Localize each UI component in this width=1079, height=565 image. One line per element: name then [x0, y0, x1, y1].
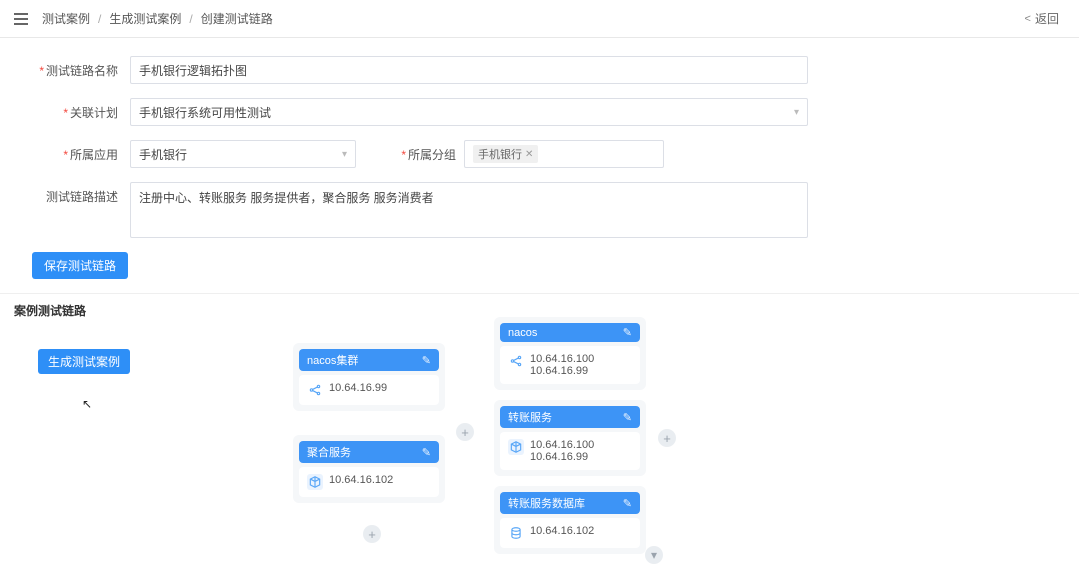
node-transfer-service[interactable]: 转账服务 ✎ 10.64.16.10010.64.16.99: [494, 400, 646, 476]
node-column-2: nacos ✎ 10.64.16.10010.64.16.99 转账服务 ✎ 10.…: [494, 325, 646, 564]
add-connector-button[interactable]: +: [658, 429, 676, 447]
node-title: nacos集群: [307, 352, 358, 368]
expand-icon[interactable]: ▾: [645, 546, 663, 564]
breadcrumb: 测试案例 / 生成测试案例 / 创建测试链路: [14, 10, 273, 27]
node-ip: 10.64.16.102: [329, 474, 393, 486]
crumb-sep: /: [189, 12, 192, 26]
cube-icon: [508, 439, 524, 455]
label-group: *所属分组: [384, 146, 456, 163]
node-nacos[interactable]: nacos ✎ 10.64.16.10010.64.16.99: [494, 317, 646, 390]
edit-icon[interactable]: ✎: [623, 497, 632, 510]
node-title: 聚合服务: [307, 444, 351, 460]
label-desc: 测试链路描述: [30, 182, 118, 205]
chevron-left-icon: <: [1025, 13, 1031, 25]
label-app: *所属应用: [30, 146, 118, 163]
crumb-2[interactable]: 生成测试案例: [109, 10, 181, 27]
node-column-1: nacos集群 ✎ 10.64.16.99 聚合服务 ✎ 10.64.16.102: [293, 325, 445, 513]
node-ips: 10.64.16.10010.64.16.99: [530, 353, 594, 377]
node-title: 转账服务: [508, 409, 552, 425]
select-app[interactable]: 手机银行▾: [130, 140, 356, 168]
node-aggregate-service[interactable]: 聚合服务 ✎ 10.64.16.102: [293, 435, 445, 503]
group-tag[interactable]: 手机银行✕: [473, 145, 538, 163]
page-header: 测试案例 / 生成测试案例 / 创建测试链路 < 返回: [0, 0, 1079, 38]
node-ip: 10.64.16.99: [329, 382, 387, 394]
form-card: *测试链路名称 手机银行逻辑拓扑图 *关联计划 手机银行系统可用性测试▾ *所属…: [30, 56, 1065, 279]
back-button[interactable]: < 返回: [1019, 8, 1065, 29]
generate-button[interactable]: 生成测试案例: [38, 349, 130, 374]
edit-icon[interactable]: ✎: [623, 411, 632, 424]
database-icon: [508, 525, 524, 541]
edit-icon[interactable]: ✎: [623, 326, 632, 339]
label-name: *测试链路名称: [30, 62, 118, 79]
edit-icon[interactable]: ✎: [422, 446, 431, 459]
share-icon: [307, 382, 323, 398]
back-label: 返回: [1035, 10, 1059, 27]
crumb-sep: /: [98, 12, 101, 26]
save-button[interactable]: 保存测试链路: [32, 252, 128, 279]
chevron-down-icon: ▾: [794, 107, 799, 118]
edit-icon[interactable]: ✎: [422, 354, 431, 367]
textarea-desc[interactable]: 注册中心、转账服务 服务提供者，聚合服务 服务消费者: [130, 182, 808, 238]
add-connector-button[interactable]: +: [363, 525, 381, 543]
node-ips: 10.64.16.10010.64.16.99: [530, 439, 594, 463]
label-plan: *关联计划: [30, 104, 118, 121]
cube-icon: [307, 474, 323, 490]
menu-toggle-icon[interactable]: [14, 13, 28, 25]
add-connector-button[interactable]: +: [456, 423, 474, 441]
crumb-3: 创建测试链路: [201, 10, 273, 27]
node-title: nacos: [508, 327, 537, 339]
select-plan[interactable]: 手机银行系统可用性测试▾: [130, 98, 808, 126]
cursor-icon: ↖: [82, 397, 92, 411]
select-group[interactable]: 手机银行✕: [464, 140, 664, 168]
input-name[interactable]: 手机银行逻辑拓扑图: [130, 56, 808, 84]
canvas-area: 生成测试案例 ↖ nacos集群 ✎ 10.64.16.99 聚合服务 ✎ 10.6…: [0, 325, 1079, 565]
node-title: 转账服务数据库: [508, 495, 585, 511]
close-icon[interactable]: ✕: [525, 149, 533, 160]
crumb-1[interactable]: 测试案例: [42, 10, 90, 27]
node-nacos-cluster[interactable]: nacos集群 ✎ 10.64.16.99: [293, 343, 445, 411]
chevron-down-icon: ▾: [342, 149, 347, 160]
node-ip: 10.64.16.102: [530, 525, 594, 537]
share-icon: [508, 353, 524, 369]
